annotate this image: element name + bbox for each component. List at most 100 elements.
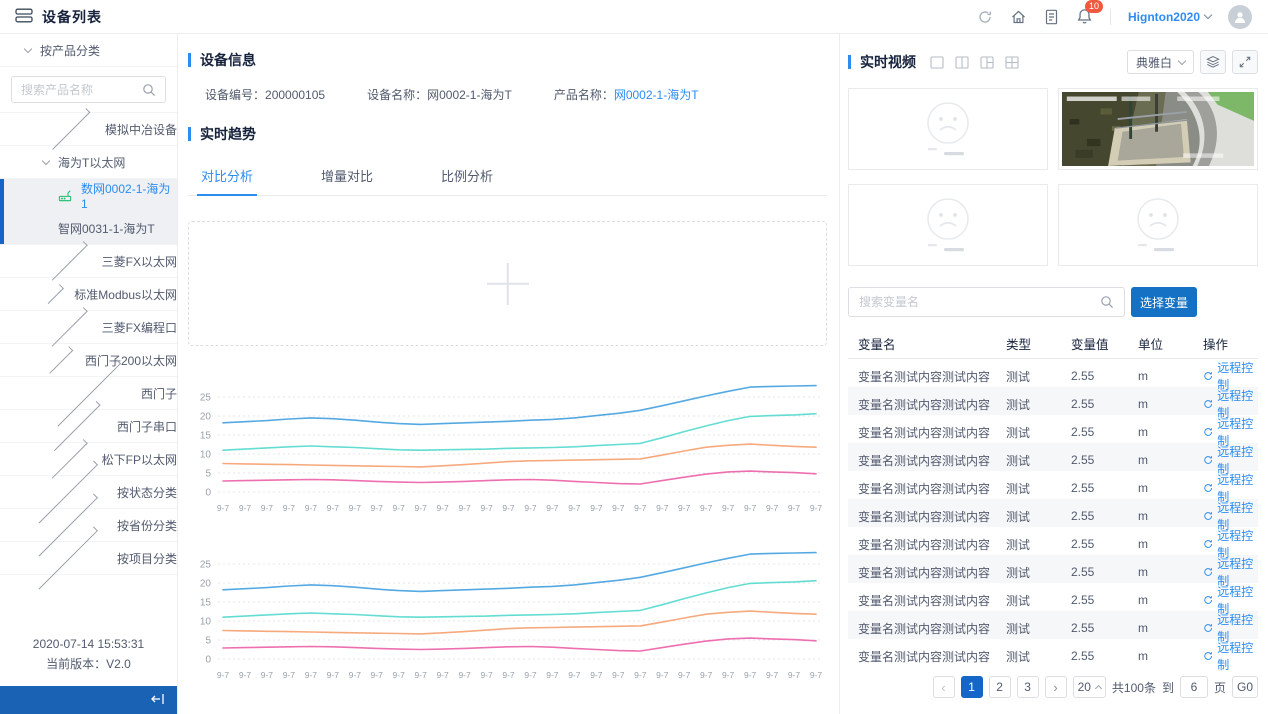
sidebar-item-label: 西门子: [141, 385, 177, 402]
home-icon[interactable]: [1010, 9, 1027, 25]
svg-text:9-7: 9-7: [700, 503, 713, 513]
chevron-right-icon: [49, 108, 91, 150]
topbar-left: 设备列表: [0, 7, 178, 27]
cell-type: 测试: [1006, 480, 1071, 497]
layers-button[interactable]: [1200, 50, 1226, 74]
device-tree: 按产品分类模拟中冶设备海为T以太网数网0002-1-海为1 智网0031-1-海为…: [0, 34, 177, 634]
page-title: 设备列表: [42, 7, 102, 27]
remote-control-icon: [1203, 622, 1213, 634]
svg-text:9-7: 9-7: [722, 670, 735, 680]
jump-page-input[interactable]: [1180, 676, 1208, 698]
series-blue: [223, 553, 816, 592]
sidebar-item-selected-device[interactable]: 数网0002-1-海为1: [0, 179, 177, 212]
sidebar-item-label: 按状态分类: [117, 484, 177, 501]
no-video-placeholder-icon: [902, 194, 994, 256]
refresh-icon[interactable]: [977, 9, 993, 25]
user-menu[interactable]: Hignton2020: [1128, 10, 1211, 24]
sidebar-item-node-8[interactable]: 三菱FX编程口: [0, 311, 177, 344]
sidebar-item-node-7[interactable]: 标准Modbus以太网: [0, 278, 177, 311]
svg-text:9-7: 9-7: [546, 670, 559, 680]
page-size-select[interactable]: 20: [1073, 676, 1106, 698]
topbar: 设备列表 1: [0, 0, 1268, 34]
layout-three-split-icon[interactable]: [980, 56, 994, 69]
go-button[interactable]: G0: [1232, 676, 1258, 698]
sidebar-item-node-2[interactable]: 模拟中冶设备: [0, 113, 177, 146]
page-numbers: 123: [961, 676, 1039, 698]
svg-text:9-7: 9-7: [502, 503, 515, 513]
cell-variable-name: 变量名测试内容测试内容: [848, 480, 1006, 497]
variable-search-input[interactable]: [859, 295, 1094, 309]
svg-text:9-7: 9-7: [217, 503, 230, 513]
product-name-link[interactable]: 网0002-1-海为T: [614, 88, 699, 102]
svg-text:9-7: 9-7: [634, 503, 647, 513]
video-slot-2[interactable]: [1058, 88, 1258, 170]
svg-text:9-7: 9-7: [305, 670, 318, 680]
sidebar-item-node-10[interactable]: 西门子: [0, 377, 177, 410]
product-search-input[interactable]: [21, 83, 136, 97]
footer-version: 当前版本：V2.0: [0, 654, 177, 674]
table-body: 变量名测试内容测试内容测试2.55m远程控制变量名测试内容测试内容测试2.55m…: [848, 359, 1258, 667]
svg-text:9-7: 9-7: [612, 670, 625, 680]
video-slot-1[interactable]: [848, 88, 1048, 170]
app-window: 设备列表 1: [0, 0, 1268, 714]
table-row: 变量名测试内容测试内容测试2.55m远程控制: [848, 527, 1258, 555]
add-chart-placeholder[interactable]: [188, 221, 827, 346]
layout-four-grid-icon[interactable]: [1005, 56, 1019, 69]
cell-value: 2.55: [1071, 481, 1138, 495]
cell-value: 2.55: [1071, 397, 1138, 411]
tab-1[interactable]: 对比分析: [197, 158, 257, 195]
notifications-bell-icon[interactable]: 10: [1076, 8, 1093, 25]
sidebar-item-node-15[interactable]: 按项目分类: [0, 542, 177, 575]
cell-value: 2.55: [1071, 565, 1138, 579]
svg-text:10: 10: [200, 450, 212, 461]
title-accent-bar: [188, 53, 191, 67]
svg-text:9-7: 9-7: [634, 670, 647, 680]
layout-single-icon[interactable]: [930, 56, 944, 69]
device-icon: [58, 189, 72, 202]
collapse-sidebar-icon[interactable]: [149, 692, 166, 709]
page-button-3[interactable]: 3: [1017, 676, 1039, 698]
search-icon: [1100, 295, 1114, 309]
total-count-label: 共100条: [1112, 679, 1156, 696]
tab-3[interactable]: 比例分析: [437, 158, 497, 195]
page-button-1[interactable]: 1: [961, 676, 983, 698]
sidebar-item-label: 智网0031-1-海为T: [58, 220, 155, 237]
sidebar-collapse-bar[interactable]: [0, 686, 177, 714]
document-icon[interactable]: [1044, 9, 1059, 25]
svg-text:9-7: 9-7: [349, 503, 362, 513]
sidebar-item-label: 标准Modbus以太网: [74, 286, 177, 303]
svg-text:9-7: 9-7: [283, 670, 296, 680]
fullscreen-button[interactable]: [1232, 50, 1258, 74]
svg-text:0: 0: [205, 488, 211, 499]
sidebar-item-node-11[interactable]: 西门子串口: [0, 410, 177, 443]
video-slot-3[interactable]: [848, 184, 1048, 266]
svg-text:20: 20: [200, 579, 212, 590]
sidebar-item-node-6[interactable]: 三菱FX以太网: [0, 245, 177, 278]
svg-text:9-7: 9-7: [502, 670, 515, 680]
remote-control-link[interactable]: 远程控制: [1203, 639, 1258, 673]
sidebar-item-node-5[interactable]: 智网0031-1-海为T: [0, 212, 177, 245]
sidebar-item-node-0[interactable]: 按产品分类: [0, 34, 177, 67]
select-variable-button[interactable]: 选择变量: [1131, 287, 1197, 317]
chevron-down-icon: [1178, 56, 1186, 64]
sidebar-item-node-3[interactable]: 海为T以太网: [0, 146, 177, 179]
sidebar-item-node-9[interactable]: 西门子200以太网: [0, 344, 177, 377]
layout-two-split-icon[interactable]: [955, 56, 969, 69]
column-variable-name: 变量名: [848, 334, 1006, 353]
remote-control-icon: [1203, 426, 1213, 438]
page-button-2[interactable]: 2: [989, 676, 1011, 698]
tab-2[interactable]: 增量对比: [317, 158, 377, 195]
prev-page-button[interactable]: ‹: [933, 676, 955, 698]
next-page-button[interactable]: ›: [1045, 676, 1067, 698]
avatar[interactable]: [1228, 5, 1252, 29]
main-panel: 设备信息 设备编号：200000105 设备名称：网0002-1-海为T 产品名…: [178, 34, 840, 714]
cell-variable-name: 变量名测试内容测试内容: [848, 368, 1006, 385]
title-accent-bar: [188, 127, 191, 141]
svg-text:5: 5: [205, 636, 211, 647]
theme-select[interactable]: 典雅白: [1127, 50, 1194, 74]
chevron-right-icon: [44, 284, 64, 304]
svg-text:9-7: 9-7: [744, 670, 757, 680]
video-slot-4[interactable]: [1058, 184, 1258, 266]
topbar-actions: 10 Hignton2020: [977, 5, 1268, 29]
cell-type: 测试: [1006, 508, 1071, 525]
